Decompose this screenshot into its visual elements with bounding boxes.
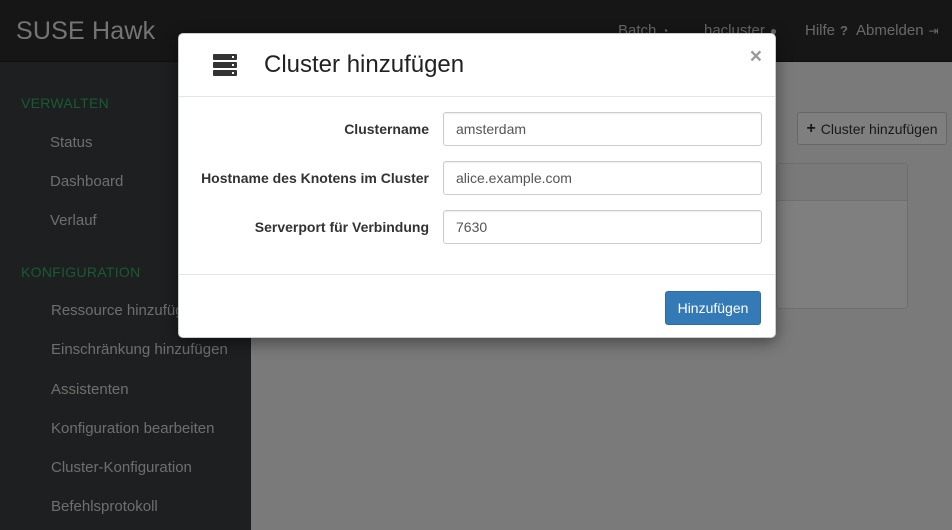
cluster-name-label: Clustername <box>344 121 429 137</box>
dialog-header: Cluster hinzufügen × <box>179 34 775 97</box>
server-port-label: Serverport für Verbindung <box>254 219 429 235</box>
hostname-input[interactable] <box>443 161 762 195</box>
form-row-cluster-name: Clustername <box>179 112 775 146</box>
form-row-server-port: Serverport für Verbindung <box>179 210 775 244</box>
server-icon <box>213 54 239 76</box>
dialog-footer: Hinzufügen <box>179 274 775 338</box>
server-port-input[interactable] <box>443 210 762 244</box>
dialog-title: Cluster hinzufügen <box>264 51 465 78</box>
hostname-label: Hostname des Knotens im Cluster <box>201 170 429 186</box>
form-row-hostname: Hostname des Knotens im Cluster <box>179 161 775 195</box>
add-cluster-dialog: Cluster hinzufügen × Clustername Hostnam… <box>178 33 776 338</box>
close-icon[interactable]: × <box>750 46 762 67</box>
add-button[interactable]: Hinzufügen <box>665 291 761 325</box>
cluster-name-input[interactable] <box>443 112 762 146</box>
